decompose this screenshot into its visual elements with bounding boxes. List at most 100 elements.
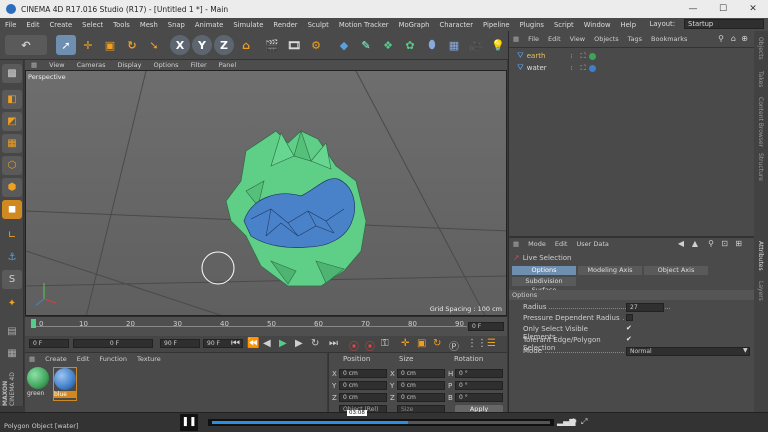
- record-icon[interactable]: ⦿: [349, 338, 359, 353]
- viewport-menu-options[interactable]: Options: [147, 61, 184, 69]
- menu-tools[interactable]: Tools: [108, 21, 135, 29]
- settings-icon[interactable]: ⚙: [570, 417, 577, 426]
- lock-icon[interactable]: ⊡: [721, 239, 728, 248]
- fullscreen-icon[interactable]: ⤢: [581, 417, 587, 427]
- attr-menu-user-data[interactable]: User Data: [576, 240, 608, 248]
- play-icon[interactable]: ▶: [279, 338, 287, 349]
- menu-snap[interactable]: Snap: [163, 21, 190, 29]
- attr-menu-edit[interactable]: Edit: [555, 240, 568, 248]
- go-to-start-icon[interactable]: ⏮: [231, 338, 240, 349]
- tab-subdivision-surface[interactable]: Subdivision Surface: [512, 277, 576, 294]
- viewport-menu-cameras[interactable]: Cameras: [71, 61, 112, 69]
- coordinate-system-icon[interactable]: ⌂: [236, 35, 256, 55]
- viewport-menu-display[interactable]: Display: [112, 61, 148, 69]
- keyframe-selection-icon[interactable]: ⚿: [381, 338, 389, 349]
- pen-icon[interactable]: ✎: [356, 35, 376, 55]
- menu-edit[interactable]: Edit: [21, 21, 44, 29]
- material-menu-texture[interactable]: Texture: [137, 355, 161, 363]
- material-menu-create[interactable]: Create: [45, 355, 67, 363]
- menu-mograph[interactable]: MoGraph: [394, 21, 435, 29]
- go-to-end-icon[interactable]: ⏭: [329, 338, 338, 349]
- close-button[interactable]: ✕: [738, 0, 768, 18]
- tab-attributes[interactable]: Attributes: [757, 241, 764, 271]
- live-selection-icon[interactable]: ➚: [56, 35, 76, 55]
- tweak-icon[interactable]: ⚓: [2, 248, 22, 267]
- rotate-icon[interactable]: ↻: [122, 35, 142, 55]
- subdivision-icon[interactable]: ❖: [378, 35, 398, 55]
- polygons-mode-icon[interactable]: ◼: [2, 200, 22, 219]
- menu-file[interactable]: File: [0, 21, 21, 29]
- floor-icon[interactable]: ▦: [444, 35, 464, 55]
- model-mode-icon[interactable]: ◧: [2, 90, 22, 109]
- video-scrubber[interactable]: [208, 419, 554, 426]
- step-back-icon[interactable]: ◀: [263, 338, 271, 349]
- tolerant-selection-checkbox[interactable]: ✔: [626, 336, 633, 343]
- search-icon[interactable]: ⚲: [708, 239, 714, 248]
- render-settings-icon[interactable]: ⚙: [306, 35, 326, 55]
- menu-create[interactable]: Create: [45, 21, 78, 29]
- size-y-field[interactable]: 0 cm: [397, 381, 445, 390]
- menu-plugins[interactable]: Plugins: [515, 21, 549, 29]
- material-menu-function[interactable]: Function: [99, 355, 127, 363]
- step-forward-icon[interactable]: ▶: [295, 338, 303, 349]
- scale-icon[interactable]: ▣: [100, 35, 120, 55]
- pos-z-field[interactable]: 0 cm: [339, 393, 387, 402]
- tab-object-axis[interactable]: Object Axis: [644, 266, 708, 275]
- back-arrow-icon[interactable]: ◀: [678, 239, 684, 248]
- visible-elements-checkbox[interactable]: ✔: [626, 325, 633, 332]
- obj-menu-file[interactable]: File: [528, 35, 539, 43]
- menu-select[interactable]: Select: [77, 21, 108, 29]
- object-row-earth[interactable]: ⛛ earth ⁝ ⛶: [517, 50, 749, 62]
- search-icon[interactable]: ⚲: [718, 34, 724, 43]
- recent-tool-icon[interactable]: ➘: [144, 35, 164, 55]
- timeline-end-field[interactable]: 0 F: [468, 322, 504, 331]
- obj-menu-tags[interactable]: Tags: [628, 35, 642, 43]
- texture-mode-icon[interactable]: ◩: [2, 112, 22, 131]
- camera-icon[interactable]: 🎥: [466, 35, 486, 55]
- grid-icon[interactable]: ▤: [2, 322, 22, 341]
- edges-mode-icon[interactable]: ⬢: [2, 178, 22, 197]
- object-name-water[interactable]: water: [527, 64, 567, 72]
- obj-menu-edit[interactable]: Edit: [548, 35, 561, 43]
- workplane-lock-icon[interactable]: ✦: [2, 294, 22, 313]
- tab-options[interactable]: Options: [512, 266, 576, 275]
- move-icon[interactable]: ✛: [78, 35, 98, 55]
- obj-menu-bookmarks[interactable]: Bookmarks: [651, 35, 687, 43]
- phong-tag-icon[interactable]: ⛶: [581, 64, 586, 73]
- obj-menu-objects[interactable]: Objects: [594, 35, 619, 43]
- autokey-icon[interactable]: ⦿: [365, 338, 375, 353]
- timeline[interactable]: 0 10 20 30 40 50 60 70 80 90 0 F: [25, 316, 507, 336]
- menu-pipeline[interactable]: Pipeline: [478, 21, 515, 29]
- layer-icon[interactable]: ⊕: [741, 34, 748, 43]
- viewport-menu-panel[interactable]: Panel: [213, 61, 243, 69]
- tab-content-browser[interactable]: Content Browser: [757, 97, 764, 147]
- viewport-menu-filter[interactable]: Filter: [185, 61, 213, 69]
- workplane-icon[interactable]: ▦: [2, 134, 22, 153]
- z-axis-icon[interactable]: Z: [214, 35, 234, 55]
- menu-script[interactable]: Script: [549, 21, 579, 29]
- menu-character[interactable]: Character: [434, 21, 478, 29]
- render-view-icon[interactable]: 🎬: [262, 35, 282, 55]
- material-menu-edit[interactable]: Edit: [77, 355, 90, 363]
- menu-motion-tracker[interactable]: Motion Tracker: [334, 21, 394, 29]
- x-axis-icon[interactable]: X: [170, 35, 190, 55]
- home-icon[interactable]: ⌂: [731, 34, 736, 43]
- menu-mesh[interactable]: Mesh: [135, 21, 163, 29]
- start-frame-field[interactable]: 0 F: [29, 339, 69, 348]
- menu-animate[interactable]: Animate: [190, 21, 228, 29]
- attr-menu-mode[interactable]: Mode: [528, 240, 546, 248]
- timeline-cursor[interactable]: [31, 319, 36, 328]
- tab-structure[interactable]: Structure: [757, 153, 764, 181]
- timeline-menu-icon[interactable]: ☰: [487, 338, 496, 349]
- menu-render[interactable]: Render: [268, 21, 302, 29]
- mode-select[interactable]: Normal: [626, 347, 750, 356]
- object-row-water[interactable]: ⛛ water ⁝ ⛶: [517, 62, 749, 74]
- render-picture-viewer-icon[interactable]: 🎞: [284, 35, 304, 55]
- viewport[interactable]: Perspective Grid Spacing : 100 cm: [25, 70, 507, 316]
- rot-b-field[interactable]: 0 °: [455, 393, 503, 402]
- points-mode-icon[interactable]: ⬡: [2, 156, 22, 175]
- size-x-field[interactable]: 0 cm: [397, 369, 445, 378]
- object-name-earth[interactable]: earth: [527, 52, 567, 60]
- visibility-icon[interactable]: ⁝: [571, 53, 573, 60]
- tab-objects[interactable]: Objects: [757, 37, 764, 60]
